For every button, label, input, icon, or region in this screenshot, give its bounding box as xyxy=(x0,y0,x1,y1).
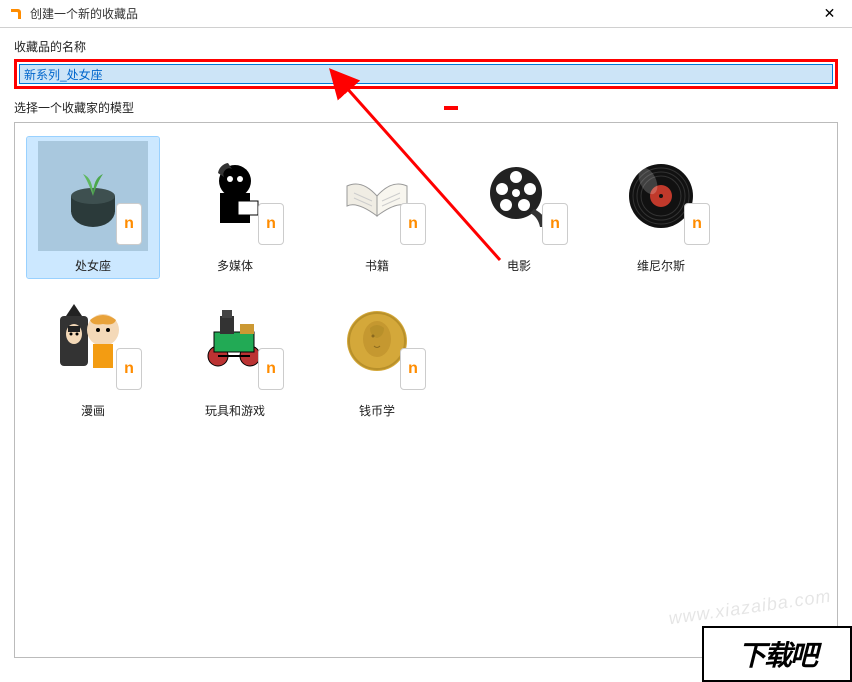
phone-badge-icon: n xyxy=(258,203,284,245)
window-title: 创建一个新的收藏品 xyxy=(30,5,138,22)
model-label-text: 书籍 xyxy=(365,257,389,274)
model-label-text: 玩具和游戏 xyxy=(205,402,265,419)
phone-badge-icon: n xyxy=(258,348,284,390)
model-label-text: 钱币学 xyxy=(359,402,395,419)
model-thumb: n xyxy=(322,286,432,396)
site-logo-text: 下载吧 xyxy=(738,634,816,674)
model-item-toy[interactable]: n 玩具和游戏 xyxy=(169,282,301,423)
model-grid: n 处女座 n 多媒体 xyxy=(27,137,825,423)
name-label: 收藏品的名称 xyxy=(14,38,838,55)
phone-badge-icon: n xyxy=(116,348,142,390)
site-logo: 下载吧 xyxy=(702,626,852,682)
model-label-text: 电影 xyxy=(507,257,531,274)
collection-name-input[interactable] xyxy=(19,64,833,84)
model-item-media[interactable]: n 多媒体 xyxy=(169,137,301,278)
model-label-text: 维尼尔斯 xyxy=(637,257,685,274)
phone-badge-icon: n xyxy=(116,203,142,245)
phone-badge-icon: n xyxy=(542,203,568,245)
model-item-comic[interactable]: n 漫画 xyxy=(27,282,159,423)
phone-badge-icon: n xyxy=(684,203,710,245)
name-input-highlight xyxy=(14,59,838,89)
model-thumb: n xyxy=(322,141,432,251)
model-thumb: n xyxy=(606,141,716,251)
close-icon: ✕ xyxy=(824,5,836,22)
model-thumb: n xyxy=(38,141,148,251)
phone-badge-icon: n xyxy=(400,348,426,390)
model-item-book[interactable]: n 书籍 xyxy=(311,137,443,278)
model-label-text: 多媒体 xyxy=(217,257,253,274)
model-grid-container: n 处女座 n 多媒体 xyxy=(14,122,838,658)
model-item-vinyl[interactable]: n 维尼尔斯 xyxy=(595,137,727,278)
model-thumb: n xyxy=(38,286,148,396)
model-thumb: n xyxy=(464,141,574,251)
annotation-mark xyxy=(444,106,458,110)
model-item-plant[interactable]: n 处女座 xyxy=(27,137,159,278)
app-icon xyxy=(8,6,24,22)
model-thumb: n xyxy=(180,141,290,251)
model-item-film[interactable]: n 电影 xyxy=(453,137,585,278)
model-thumb: n xyxy=(180,286,290,396)
dialog-content: 收藏品的名称 选择一个收藏家的模型 n 处女座 xyxy=(0,28,852,668)
model-label-text: 漫画 xyxy=(81,402,105,419)
model-label-text: 处女座 xyxy=(75,257,111,274)
model-label: 选择一个收藏家的模型 xyxy=(14,99,134,116)
close-button[interactable]: ✕ xyxy=(807,0,852,28)
model-item-coin[interactable]: n 钱币学 xyxy=(311,282,443,423)
titlebar: 创建一个新的收藏品 ✕ xyxy=(0,0,852,28)
phone-badge-icon: n xyxy=(400,203,426,245)
